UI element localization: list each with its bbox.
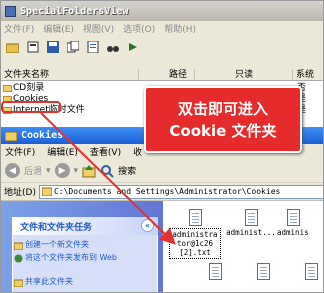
copy-icon	[66, 41, 79, 53]
exit-button[interactable]	[124, 39, 141, 56]
menu-file[interactable]: 文件(F)	[5, 145, 35, 158]
column-header-name[interactable]: 文件夹名称	[1, 69, 139, 80]
window-title: SpecialFoldersView	[20, 5, 129, 17]
text-file-icon	[244, 209, 258, 226]
folder-open-icon	[6, 43, 19, 53]
folder-icon	[3, 85, 12, 92]
file-name: adminis	[277, 228, 309, 237]
text-file-icon	[304, 263, 318, 280]
chevron-down-icon[interactable]: ▾	[46, 166, 51, 176]
back-label: 后退	[24, 167, 43, 177]
address-value: C:\Documents and Settings\Administrator\…	[53, 187, 281, 196]
menu-view[interactable]: 查看(V)	[90, 145, 121, 158]
globe-icon	[14, 254, 23, 263]
title-bar: SpecialFoldersView	[1, 1, 323, 21]
file-tasks-header[interactable]: 文件和文件夹任务 «	[12, 217, 158, 235]
save-button[interactable]	[44, 39, 61, 56]
menu-options[interactable]: 选项(O)	[123, 22, 155, 35]
menu-view[interactable]: 视图(V)	[83, 22, 114, 35]
cookies-highlight-box	[1, 101, 61, 113]
text-file-icon	[256, 263, 270, 280]
menu-bar: 文件(F) 编辑(E) 视图(V) 选项(O) 帮助(H)	[1, 21, 323, 36]
file-tasks-title: 文件和文件夹任务	[20, 222, 93, 233]
search-label[interactable]: 搜索	[118, 164, 136, 177]
menu-favorites[interactable]: 收	[133, 145, 142, 158]
new-folder-icon	[14, 242, 23, 250]
copy-button[interactable]	[64, 39, 81, 56]
menu-edit[interactable]: 编辑(E)	[43, 22, 74, 35]
toolbar	[1, 36, 323, 58]
file-item[interactable]: adminis	[277, 209, 323, 237]
task-pane: 文件和文件夹任务 « 创建一个新文件夹 将这个文件夹发布到 Web 共享此文件夹	[1, 201, 163, 292]
explorer-toolbar: ◀ 后退 ▾ ▶ ▾ 搜索	[1, 159, 323, 183]
html-report-button[interactable]	[84, 39, 101, 56]
column-header-path[interactable]: 路径	[139, 69, 195, 80]
back-button[interactable]: ◀	[5, 163, 20, 178]
file-name: administrator@1c26[2].txt	[169, 228, 221, 259]
callout-line-1: 双击即可进入	[177, 99, 268, 118]
back-arrow-icon: ◀	[9, 165, 16, 176]
share-folder-link[interactable]: 共享此文件夹	[25, 277, 73, 287]
folder-icon	[5, 131, 17, 141]
forward-button[interactable]: ▶	[54, 163, 70, 178]
find-button[interactable]	[104, 39, 121, 56]
folder-name: CD刻录	[13, 83, 45, 93]
forward-arrow-icon: ▶	[58, 165, 66, 176]
publish-to-web-link[interactable]: 将这个文件夹发布到 Web	[25, 253, 135, 263]
file-name: administ...	[226, 228, 276, 237]
text-file-icon	[208, 263, 222, 280]
address-bar: 地址(D) C:\Documents and Settings\Administ…	[1, 183, 323, 201]
collapse-chevron-icon[interactable]: «	[141, 219, 154, 232]
file-item[interactable]: administ...	[225, 209, 277, 237]
chevron-down-icon[interactable]: ▾	[74, 166, 79, 176]
address-label: 地址(D)	[4, 188, 36, 198]
list-header: 文件夹名称 路径 只读 系统	[1, 69, 323, 81]
properties-icon	[27, 41, 38, 53]
menu-file[interactable]: 文件(F)	[4, 22, 34, 35]
file-item[interactable]	[189, 263, 241, 282]
menu-edit[interactable]: 编辑(E)	[47, 145, 78, 158]
screenshot-frame: SpecialFoldersView 文件(F) 编辑(E) 视图(V) 选项(…	[0, 0, 324, 293]
up-folder-icon[interactable]	[82, 164, 96, 178]
callout-line-2: Cookie 文件夹	[169, 121, 277, 140]
menu-help[interactable]: 帮助(H)	[164, 22, 196, 35]
file-item[interactable]	[285, 263, 323, 282]
folder-icon	[41, 187, 52, 196]
create-folder-link[interactable]: 创建一个新文件夹	[25, 240, 89, 250]
app-icon	[5, 5, 16, 17]
text-file-icon	[188, 209, 202, 226]
report-icon	[87, 41, 98, 53]
share-folder-icon	[14, 279, 23, 287]
address-input[interactable]: C:\Documents and Settings\Administrator\…	[38, 184, 323, 199]
open-folder-button[interactable]	[4, 39, 21, 56]
text-file-icon	[287, 209, 300, 226]
file-item[interactable]: administrator@1c26[2].txt	[169, 209, 221, 259]
column-header-readonly[interactable]: 只读	[195, 69, 293, 80]
file-view: administrator@1c26[2].txt administ... ad…	[163, 201, 323, 292]
explorer-title: Cookies	[21, 130, 64, 141]
save-icon	[46, 41, 59, 53]
exit-icon	[128, 43, 137, 51]
file-item[interactable]	[237, 263, 289, 282]
binoculars-icon	[106, 46, 119, 52]
instruction-callout: 双击即可进入 Cookie 文件夹	[144, 86, 302, 153]
properties-button[interactable]	[24, 39, 41, 56]
column-header-system[interactable]: 系统	[293, 69, 323, 80]
search-icon[interactable]	[100, 164, 114, 178]
